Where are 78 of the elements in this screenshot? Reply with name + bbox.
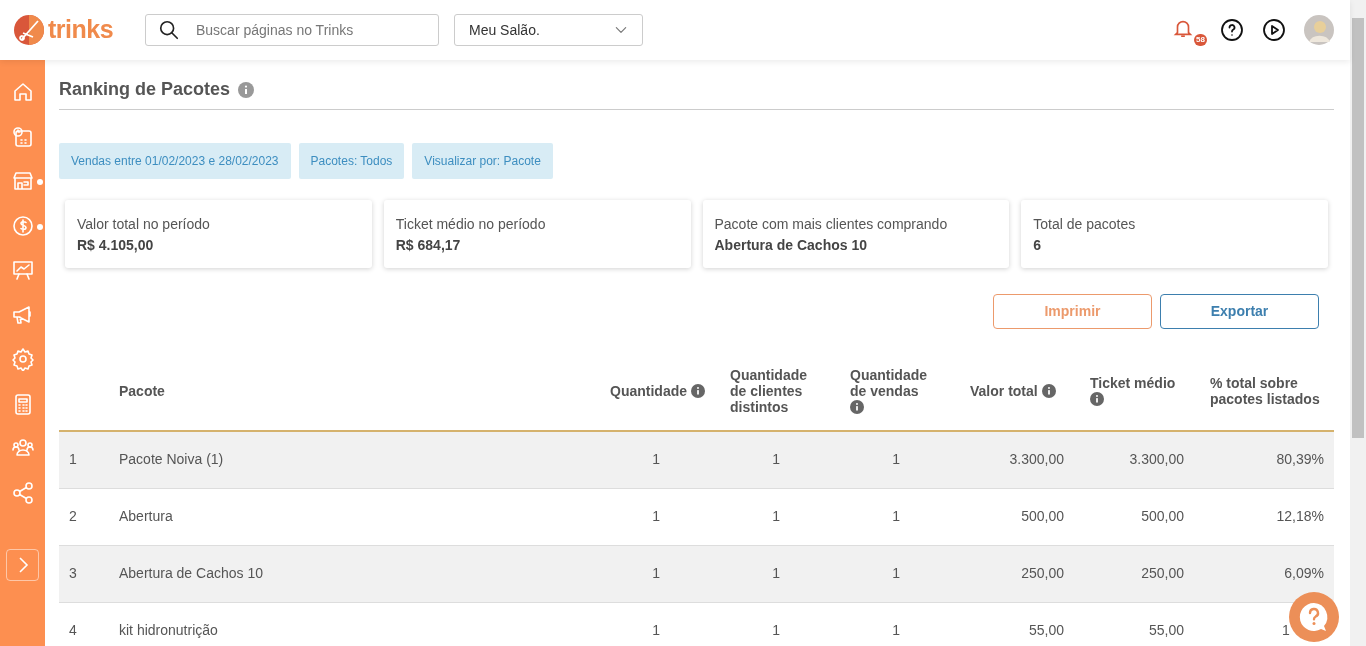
column-header: Valor total [970,382,1038,399]
settings-icon[interactable] [10,347,35,371]
summary-value: R$ 684,17 [395,236,462,255]
table-cell: 55,00 [1028,622,1064,638]
help-icon[interactable] [1220,18,1244,42]
export-button[interactable]: Exportar [1160,294,1319,329]
dollar-icon[interactable] [10,213,35,238]
table-cell: 500,00 [1021,508,1064,524]
play-icon[interactable] [1262,18,1286,42]
column-header: Pacote [119,382,165,399]
summary-label: Valor total no período [77,215,211,234]
notification-badge: 58 [1194,34,1207,46]
summary-label: Ticket médio no período [395,215,547,234]
calendar-clock-icon[interactable] [10,124,35,149]
table-cell: 80,39% [1276,451,1324,468]
info-icon[interactable] [238,81,255,98]
table-cell: 1 [652,565,660,581]
summary-value: 6 [1033,236,1043,255]
notification-dot [36,223,43,230]
column-header: Quantidade [610,382,687,399]
info-icon[interactable] [1041,383,1056,398]
filter-tag[interactable]: Pacotes: Todos [298,143,405,179]
table-cell: 1 [652,622,660,638]
table-cell: 1 [892,565,900,581]
print-button[interactable]: Imprimir [993,294,1152,329]
avatar[interactable] [1304,15,1334,45]
filter-tag[interactable]: Vendas entre 01/02/2023 e 28/02/2023 [59,143,291,179]
page-title: Ranking de Pacotes [59,78,231,101]
column-header: Quantidade de clientes distintos [730,366,808,415]
table-cell: 250,00 [1021,565,1064,581]
chart-board-icon[interactable] [10,258,35,282]
help-chat-button[interactable] [1289,592,1339,642]
notification-dot [36,179,43,185]
logo-text: trinks [48,14,114,46]
row-number: 4 [69,622,77,638]
info-icon[interactable] [1090,391,1104,406]
table-cell: 1 [772,451,780,468]
table-cell: 12,18% [1276,508,1324,524]
table-cell: 1 [1282,622,1290,638]
table-cell: 1 [892,508,900,524]
table-cell: 3.300,00 [1009,451,1064,468]
summary-value: Abertura de Cachos 10 [714,236,868,255]
scissors-logo-icon [14,15,44,45]
table-cell: 1 [652,451,660,468]
table-cell: Abertura [119,508,173,524]
table-cell: 250,00 [1141,565,1184,581]
table-cell: kit hidronutrição [119,622,218,638]
row-number: 3 [69,565,77,581]
column-header: % total sobre pacotes listados [1210,374,1320,407]
table-cell: 1 [652,508,660,524]
table-cell: 3.300,00 [1129,451,1184,468]
column-header: Ticket médio [1090,374,1176,391]
expand-sidebar-button[interactable] [6,549,39,581]
table-cell: 500,00 [1141,508,1184,524]
share-icon[interactable] [10,480,35,505]
table-cell: 6,09% [1284,565,1324,581]
search-field[interactable]: Buscar páginas no Trinks [145,14,439,46]
table-cell: 55,00 [1148,622,1184,638]
info-icon[interactable] [690,383,705,398]
search-icon [158,19,180,41]
table-cell: 1 [772,622,780,638]
table-cell: 1 [892,451,900,468]
filter-tag[interactable]: Visualizar por: Pacote [412,143,553,179]
scrollbar[interactable] [1350,0,1366,646]
info-icon[interactable] [850,399,864,414]
row-number: 2 [69,508,77,524]
table-cell: 1 [772,508,780,524]
row-number: 1 [69,451,77,468]
table-cell: 1 [772,565,780,581]
summary-value: R$ 4.105,00 [77,236,155,255]
salon-select[interactable]: Meu Salão. [454,14,643,46]
table-cell: Abertura de Cachos 10 [119,565,263,581]
store-icon[interactable] [10,169,35,193]
table-cell: Pacote Noiva (1) [119,451,224,468]
table-cell: 1 [892,622,900,638]
summary-label: Total de pacotes [1033,215,1137,234]
summary-label: Pacote com mais clientes comprando [714,215,949,234]
column-header: Quantidade de vendas [850,366,928,399]
